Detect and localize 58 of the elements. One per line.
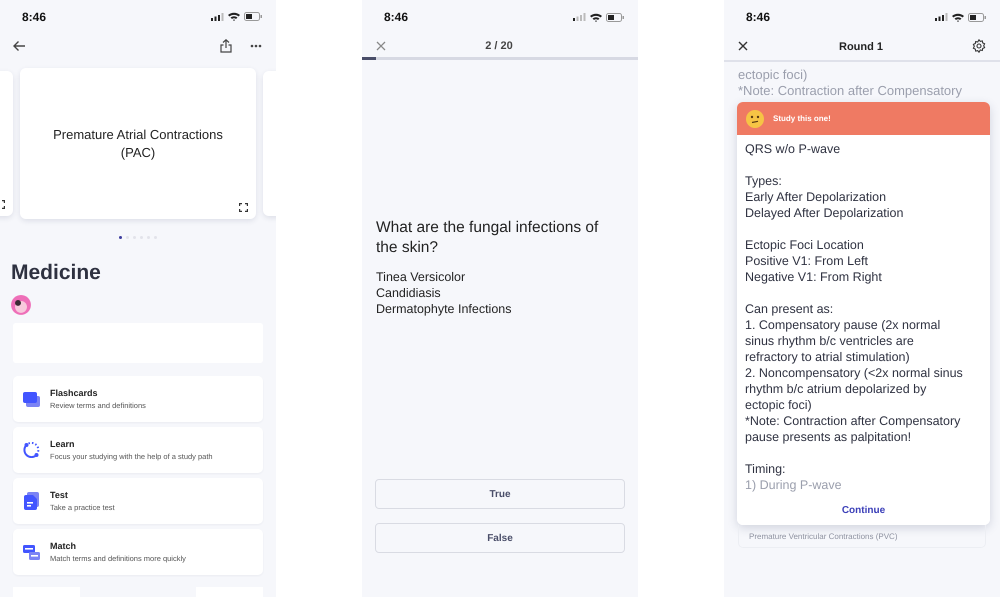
mode-title: Test xyxy=(50,490,69,500)
document-icon xyxy=(23,492,40,510)
avatar[interactable] xyxy=(11,295,31,316)
faded-text: ectopic foci) xyxy=(738,67,808,83)
settings-icon[interactable] xyxy=(972,39,986,53)
share-icon[interactable] xyxy=(220,38,232,53)
definition-line: 2. Noncompensatory (<2x normal sinus rhythm b/c atrium depolarized by ectopic foci) xyxy=(745,365,964,413)
question-text: What are the fungal infections of the skin? xyxy=(376,218,600,258)
continue-button[interactable]: Continue xyxy=(737,495,990,525)
round-title: Round 1 xyxy=(839,41,883,53)
definition-line: 1) During P-wave xyxy=(745,477,843,493)
banner-text: Study this one! xyxy=(773,114,831,123)
page-dot[interactable] xyxy=(119,236,122,240)
wifi-icon xyxy=(952,12,964,22)
definition-line: Types: xyxy=(745,173,783,189)
flashcard[interactable]: Premature Atrial Contractions (PAC) xyxy=(20,68,256,220)
dotted-circle-icon xyxy=(23,442,40,458)
battery-icon xyxy=(244,12,262,22)
definition-line: Delayed After Depolarization xyxy=(745,205,904,221)
definition-line: Ectopic Foci Location xyxy=(745,237,865,253)
confused-face-icon xyxy=(746,110,764,128)
definition-line: 1. Compensatory pause (2x normal sinus rhythm b/c ventricles are refractory to atrial stimulation) xyxy=(745,317,942,365)
status-time: 8:46 xyxy=(384,10,408,24)
expand-icon[interactable] xyxy=(239,203,248,212)
wifi-icon xyxy=(228,12,240,22)
signal-icon xyxy=(211,12,224,21)
question-counter: 2 / 20 xyxy=(485,40,513,52)
set-title: Medicine xyxy=(11,261,102,286)
choice-button[interactable]: False xyxy=(375,523,625,553)
mode-title: Flashcards xyxy=(50,388,99,398)
definition-line: Positive V1: From Left xyxy=(745,253,869,269)
battery-icon xyxy=(968,12,986,22)
definition-line: Early After Depolarization xyxy=(745,189,888,205)
definition-line: QRS w/o P-wave xyxy=(745,141,842,157)
definition-line: Negative V1: From Right xyxy=(745,269,883,285)
cards-icon xyxy=(23,392,40,407)
card-term: Premature Atrial Contractions (PAC) xyxy=(52,126,224,162)
answer-line: Candidiasis xyxy=(376,285,442,301)
match-icon xyxy=(23,544,40,560)
answer-line: Tinea Versicolor xyxy=(376,269,466,285)
answer-line: Dermatophyte Infections xyxy=(376,301,512,317)
status-time: 8:46 xyxy=(746,10,770,24)
choice-button[interactable]: True xyxy=(375,479,625,509)
more-icon[interactable] xyxy=(250,44,262,48)
back-arrow-icon[interactable] xyxy=(12,40,26,52)
close-icon[interactable] xyxy=(738,41,748,51)
mode-title: Learn xyxy=(50,439,76,450)
status-time: 8:46 xyxy=(22,10,46,24)
wifi-icon xyxy=(590,12,602,22)
mode-title: Match xyxy=(50,541,78,552)
definition-line: Timing: xyxy=(745,461,787,477)
term-text: Premature Ventricular Contractions (PVC) xyxy=(749,532,898,540)
signal-icon xyxy=(935,13,948,21)
definition-line: *Note: Contraction after Compensatory pause presents as palpitation! xyxy=(745,413,962,445)
faded-text: *Note: Contraction after Compensatory xyxy=(738,83,963,99)
signal-icon xyxy=(573,13,586,21)
definition-line: Can present as: xyxy=(745,301,834,317)
battery-icon xyxy=(606,12,624,22)
